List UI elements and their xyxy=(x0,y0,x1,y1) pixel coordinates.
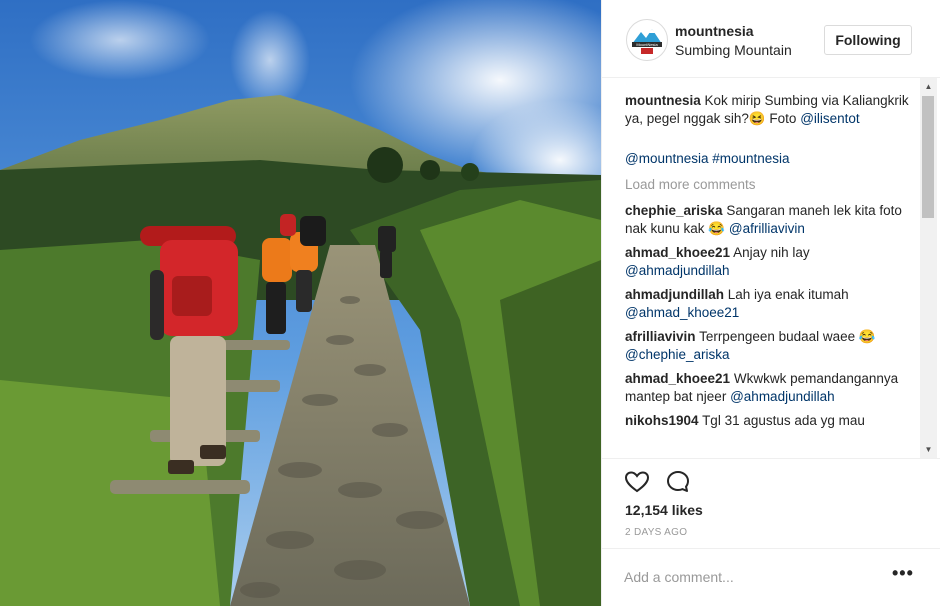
comment-icon[interactable] xyxy=(665,469,691,495)
comment-mention[interactable]: @ahmad_khoee21 xyxy=(625,305,739,320)
caption-username[interactable]: mountnesia xyxy=(625,93,701,108)
comments-list: mountnesia Kok mirip Sumbing via Kaliang… xyxy=(625,92,915,458)
header-username[interactable]: mountnesia xyxy=(675,23,754,39)
comment-item: afrilliavivin Terrpengeen budaal waee 😂 … xyxy=(625,328,915,364)
post-photo[interactable] xyxy=(0,0,601,606)
comment-mention[interactable]: @chephie_ariska xyxy=(625,347,730,362)
instagram-post-modal: MountNesia mountnesia Sumbing Mountain F… xyxy=(0,0,940,606)
comment-text: Anjay nih lay xyxy=(733,245,810,260)
comments-scrollbar[interactable]: ▲ ▼ xyxy=(920,78,937,458)
avatar[interactable]: MountNesia xyxy=(626,19,668,61)
likes-count[interactable]: 12,154 likes xyxy=(625,502,703,518)
mountnesia-logo-icon: MountNesia xyxy=(628,21,666,59)
comment-username[interactable]: afrilliavivin xyxy=(625,329,696,344)
comment-username[interactable]: ahmadjundillah xyxy=(625,287,724,302)
comment-item: nikohs1904 Tgl 31 agustus ada yg mau xyxy=(625,412,915,430)
scrollbar-thumb[interactable] xyxy=(922,96,934,218)
add-comment-input[interactable] xyxy=(624,567,874,587)
caption-mention[interactable]: @ilisentot xyxy=(800,111,859,126)
comment-text: Tgl 31 agustus ada yg mau xyxy=(702,413,865,428)
comment-item: ahmad_khoee21 Wkwkwk pemandangannya mant… xyxy=(625,370,915,406)
comment-mention[interactable]: @ahmadjundillah xyxy=(730,389,835,404)
comment-username[interactable]: ahmad_khoee21 xyxy=(625,371,730,386)
add-comment-bar: ••• xyxy=(602,548,940,606)
location-link[interactable]: Sumbing Mountain xyxy=(675,42,792,58)
comment-item: ahmadjundillah Lah iya enak itumah @ahma… xyxy=(625,286,915,322)
comment-username[interactable]: chephie_ariska xyxy=(625,203,723,218)
comment-mention[interactable]: @ahmadjundillah xyxy=(625,263,730,278)
scroll-down-arrow-icon[interactable]: ▼ xyxy=(920,441,937,458)
comment-mention[interactable]: @afrilliavivin xyxy=(729,221,805,236)
following-button[interactable]: Following xyxy=(824,25,912,55)
caption: mountnesia Kok mirip Sumbing via Kaliang… xyxy=(625,92,915,128)
mountain-trail-photo xyxy=(0,0,601,606)
comment-username[interactable]: ahmad_khoee21 xyxy=(625,245,730,260)
logo-text: MountNesia xyxy=(636,42,658,47)
post-sidebar: MountNesia mountnesia Sumbing Mountain F… xyxy=(601,0,940,606)
post-actions: 12,154 likes 2 DAYS AGO xyxy=(602,458,940,548)
post-date: 2 DAYS AGO xyxy=(625,527,688,538)
comment-item: chephie_ariska Sangaran maneh lek kita f… xyxy=(625,202,915,238)
comment-text: Terrpengeen budaal waee 😂 xyxy=(699,329,876,344)
caption-tags[interactable]: @mountnesia #mountnesia xyxy=(625,150,915,168)
comment-item: ahmad_khoee21 Anjay nih lay @ahmadjundil… xyxy=(625,244,915,280)
load-more-comments[interactable]: Load more comments xyxy=(625,176,915,194)
heart-icon[interactable] xyxy=(624,469,650,495)
more-options-icon[interactable]: ••• xyxy=(892,563,914,584)
comment-username[interactable]: nikohs1904 xyxy=(625,413,699,428)
post-header: MountNesia mountnesia Sumbing Mountain F… xyxy=(602,0,940,78)
comment-text: Lah iya enak itumah xyxy=(727,287,849,302)
scroll-up-arrow-icon[interactable]: ▲ xyxy=(920,78,937,95)
